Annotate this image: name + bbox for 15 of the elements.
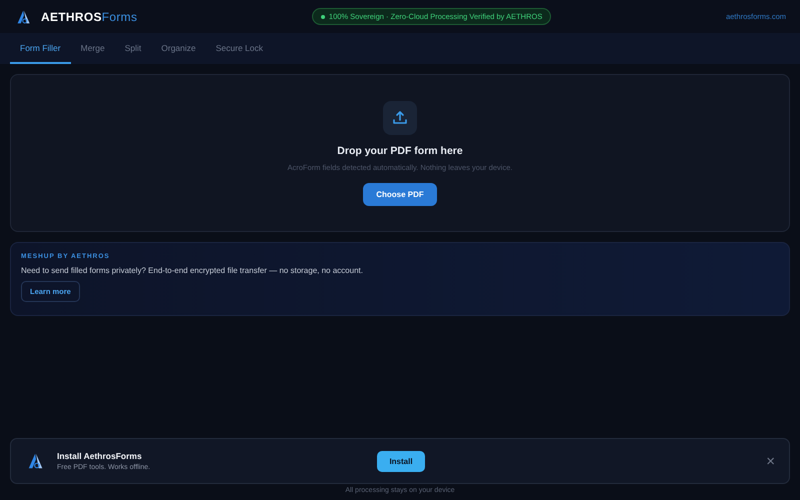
brand-name: AETHROSForms (41, 10, 138, 24)
logo-icon (16, 8, 32, 24)
upload-icon (383, 100, 417, 134)
tab[interactable]: Split (114, 33, 152, 64)
tab[interactable]: Secure Lock (206, 33, 273, 64)
install-title: Install AethrosForms (57, 451, 143, 461)
logo-icon (27, 452, 45, 470)
choose-pdf-button[interactable]: Choose PDF (363, 182, 437, 206)
tab[interactable]: Form Filler (10, 33, 71, 64)
tab[interactable]: Merge (70, 33, 115, 64)
tab[interactable]: Organize (151, 33, 206, 64)
install-button[interactable]: Install (377, 450, 425, 472)
promo-text: Need to send filled forms privately? End-to-end encrypted file transfer — no storage, no account. (21, 266, 363, 275)
drop-title: Drop your PDF form here (337, 144, 463, 156)
close-button[interactable]: × (766, 452, 775, 470)
